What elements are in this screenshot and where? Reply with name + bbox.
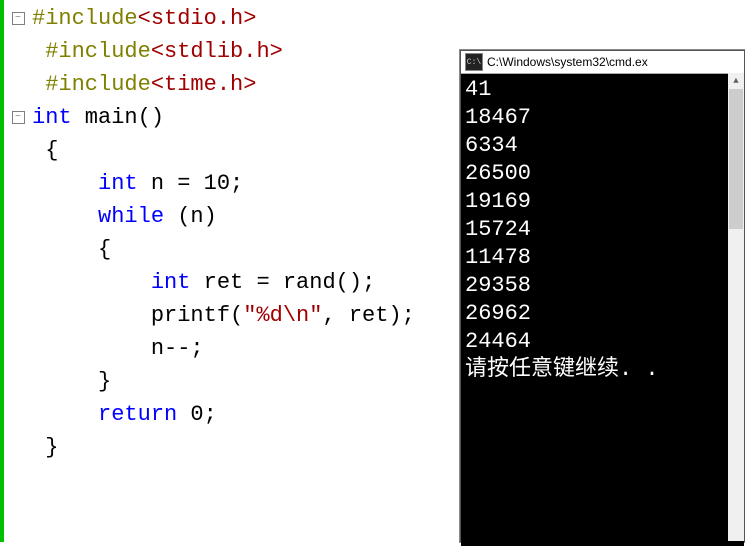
code-token: { <box>32 237 111 262</box>
gutter-row <box>4 134 32 167</box>
code-token <box>32 171 98 196</box>
code-token: 0; <box>177 402 217 427</box>
code-gutter: −− <box>4 0 32 542</box>
code-token <box>32 204 98 229</box>
scroll-up-button[interactable]: ▲ <box>728 73 744 89</box>
code-token: while <box>98 204 164 229</box>
code-token: n--; <box>32 336 204 361</box>
gutter-row: − <box>4 101 32 134</box>
gutter-row <box>4 398 32 431</box>
gutter-row <box>4 233 32 266</box>
code-token: } <box>32 369 111 394</box>
code-token: } <box>32 435 58 460</box>
code-token: printf( <box>32 303 243 328</box>
code-token: { <box>32 138 58 163</box>
gutter-row <box>4 266 32 299</box>
code-token: #include <box>32 72 151 97</box>
console-title: C:\Windows\system32\cmd.ex <box>487 55 648 69</box>
gutter-row <box>4 200 32 233</box>
gutter-row <box>4 431 32 464</box>
gutter-row <box>4 332 32 365</box>
code-token <box>32 270 151 295</box>
gutter-row <box>4 167 32 200</box>
gutter-row <box>4 365 32 398</box>
gutter-row <box>4 35 32 68</box>
code-token: main() <box>72 105 164 130</box>
code-token: n = 10; <box>138 171 244 196</box>
fold-collapse-icon[interactable]: − <box>12 111 25 124</box>
code-token: int <box>151 270 191 295</box>
console-titlebar[interactable]: C:\ C:\Windows\system32\cmd.ex <box>461 51 744 74</box>
code-token <box>32 402 98 427</box>
code-token: int <box>32 105 72 130</box>
gutter-row <box>4 299 32 332</box>
code-token: "%d\n" <box>243 303 322 328</box>
code-line[interactable]: #include<stdio.h> <box>32 2 745 35</box>
code-token: <stdio.h> <box>138 6 257 31</box>
code-token: #include <box>32 39 151 64</box>
gutter-row: − <box>4 2 32 35</box>
scroll-thumb[interactable] <box>729 89 743 229</box>
code-token: , ret); <box>322 303 414 328</box>
code-token: <stdlib.h> <box>151 39 283 64</box>
code-token: #include <box>32 6 138 31</box>
console-window[interactable]: C:\ C:\Windows\system32\cmd.ex 41 18467 … <box>460 50 745 542</box>
code-token: <time.h> <box>151 72 257 97</box>
gutter-row <box>4 68 32 101</box>
console-scrollbar[interactable]: ▲ <box>728 73 744 541</box>
cmd-icon: C:\ <box>465 53 483 71</box>
code-token: int <box>98 171 138 196</box>
code-token: return <box>98 402 177 427</box>
code-token: ret = rand(); <box>190 270 375 295</box>
code-token: (n) <box>164 204 217 229</box>
fold-collapse-icon[interactable]: − <box>12 12 25 25</box>
console-output: 41 18467 6334 26500 19169 15724 11478 29… <box>461 74 744 546</box>
